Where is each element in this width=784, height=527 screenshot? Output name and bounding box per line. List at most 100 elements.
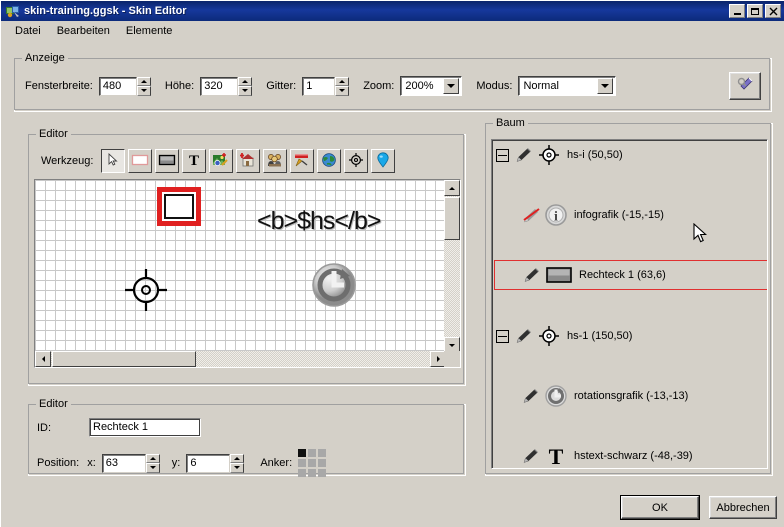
position-y-down-button[interactable] bbox=[230, 463, 245, 473]
tree-row-selected[interactable]: Rechteck 1 (63,6) bbox=[494, 260, 767, 290]
tree-node-label: Rechteck 1 (63,6) bbox=[579, 269, 666, 281]
cursor-arrow-icon bbox=[106, 152, 120, 170]
globe-tool[interactable] bbox=[317, 149, 342, 173]
tree-expander-minus-icon[interactable] bbox=[496, 148, 509, 162]
text-tool[interactable]: T bbox=[182, 149, 207, 173]
group-tool[interactable] bbox=[263, 149, 288, 173]
pencil-edit-icon bbox=[293, 152, 311, 171]
people-group-icon bbox=[266, 152, 284, 171]
chevron-down-icon[interactable] bbox=[443, 78, 460, 94]
canvas-rotation-element[interactable] bbox=[310, 261, 358, 312]
canvas-crosshair-element[interactable] bbox=[123, 267, 169, 316]
fensterbreite-down-button[interactable] bbox=[136, 86, 151, 96]
menu-bearbeiten[interactable]: Bearbeiten bbox=[49, 23, 118, 39]
modus-value: Normal bbox=[523, 80, 559, 92]
canvas-rectangle-element[interactable] bbox=[157, 187, 201, 226]
crosshair-icon bbox=[348, 152, 364, 171]
position-y-stepper[interactable]: 6 bbox=[186, 453, 245, 473]
tree-row[interactable]: hs-i (50,50) bbox=[492, 140, 767, 170]
tree-node-label: hs-i (50,50) bbox=[567, 149, 623, 161]
cancel-button-label: Abbrechen bbox=[716, 501, 770, 514]
pipette-tool-button[interactable] bbox=[729, 72, 761, 100]
anker-label: Anker: bbox=[260, 457, 293, 469]
id-input[interactable]: Rechteck 1 bbox=[89, 418, 201, 437]
fensterbreite-stepper[interactable]: 480 bbox=[98, 76, 151, 96]
svg-text:T: T bbox=[189, 153, 199, 168]
hoehe-up-button[interactable] bbox=[238, 76, 253, 86]
fensterbreite-input[interactable]: 480 bbox=[98, 76, 137, 96]
anker-cell-middle-left[interactable] bbox=[298, 459, 307, 467]
house-add-tool[interactable] bbox=[236, 149, 261, 173]
pencil-icon bbox=[522, 447, 540, 465]
scroll-left-button[interactable] bbox=[35, 351, 51, 367]
anker-cell-middle-center[interactable] bbox=[308, 459, 317, 467]
vertical-scroll-thumb[interactable] bbox=[444, 197, 460, 240]
gitter-up-button[interactable] bbox=[335, 76, 350, 86]
y-label: y: bbox=[171, 457, 181, 469]
rectangle-filled-tool[interactable] bbox=[155, 149, 180, 173]
pipette-icon bbox=[735, 75, 755, 98]
chevron-down-icon[interactable] bbox=[597, 78, 614, 94]
hoehe-input[interactable]: 320 bbox=[200, 76, 239, 96]
close-button[interactable] bbox=[765, 4, 781, 18]
tree-node-label: hstext-schwarz (-48,-39) bbox=[574, 450, 693, 462]
crosshair-tool[interactable] bbox=[344, 149, 369, 173]
tree-row[interactable]: hs-1 (150,50) bbox=[492, 321, 767, 351]
element-tree[interactable]: hs-i (50,50) i infografik (-15,-15) Rech… bbox=[491, 139, 768, 469]
position-x-input[interactable]: 63 bbox=[101, 453, 146, 473]
tree-expander-minus-icon[interactable] bbox=[496, 329, 509, 343]
position-x-down-button[interactable] bbox=[145, 463, 160, 473]
anker-cell-middle-right[interactable] bbox=[318, 459, 327, 467]
anker-cell-top-center[interactable] bbox=[308, 449, 317, 457]
crosshair-icon bbox=[537, 144, 561, 166]
gitter-stepper[interactable]: 1 bbox=[302, 76, 350, 96]
tree-row[interactable]: rotationsgrafik (-13,-13) bbox=[492, 381, 767, 411]
minimize-button[interactable] bbox=[729, 4, 745, 18]
anker-cell-top-right[interactable] bbox=[318, 449, 327, 457]
editor-canvas[interactable]: <b>$hs</b> bbox=[34, 179, 461, 368]
anker-cell-bottom-right[interactable] bbox=[318, 469, 327, 477]
cancel-button[interactable]: Abbrechen bbox=[709, 496, 777, 519]
ok-button[interactable]: OK bbox=[620, 495, 700, 520]
tree-node-label: rotationsgrafik (-13,-13) bbox=[574, 390, 689, 402]
crosshair-icon bbox=[125, 269, 167, 311]
maximize-button[interactable] bbox=[747, 4, 763, 18]
anker-cell-top-left[interactable] bbox=[298, 449, 307, 457]
house-add-icon bbox=[239, 152, 257, 171]
fensterbreite-up-button[interactable] bbox=[136, 76, 151, 86]
position-y-input[interactable]: 6 bbox=[186, 453, 231, 473]
tree-row[interactable]: T hstext-schwarz (-48,-39) bbox=[492, 441, 767, 468]
waypoint-tool[interactable] bbox=[371, 149, 396, 173]
canvas-vertical-scrollbar[interactable] bbox=[444, 180, 460, 353]
select-arrow-tool[interactable] bbox=[101, 149, 126, 173]
tree-row[interactable]: i infografik (-15,-15) bbox=[492, 200, 767, 230]
werkzeug-label: Werkzeug: bbox=[41, 155, 94, 167]
zoom-select[interactable]: 200% bbox=[400, 76, 463, 96]
anker-selector[interactable] bbox=[298, 449, 327, 477]
menu-elemente[interactable]: Elemente bbox=[118, 23, 180, 39]
editor-bottom-group-title: Editor bbox=[36, 398, 71, 410]
position-x-up-button[interactable] bbox=[145, 453, 160, 463]
menu-datei[interactable]: Datei bbox=[7, 23, 49, 39]
gitter-input[interactable]: 1 bbox=[302, 76, 336, 96]
scroll-up-button[interactable] bbox=[444, 180, 460, 196]
editor-top-group: Editor Werkzeug: T <b>$hs</b> bbox=[28, 128, 466, 386]
position-label: Position: bbox=[37, 457, 80, 469]
position-y-up-button[interactable] bbox=[230, 453, 245, 463]
horizontal-scroll-thumb[interactable] bbox=[52, 351, 196, 367]
edit-marker-tool[interactable] bbox=[290, 149, 315, 173]
canvas-horizontal-scrollbar[interactable] bbox=[35, 351, 446, 367]
anker-cell-bottom-left[interactable] bbox=[298, 469, 307, 477]
anker-cell-bottom-center[interactable] bbox=[308, 469, 317, 477]
hoehe-down-button[interactable] bbox=[238, 86, 253, 96]
modus-select[interactable]: Normal bbox=[518, 76, 617, 96]
rectangle-outline-tool[interactable] bbox=[128, 149, 153, 173]
gitter-down-button[interactable] bbox=[335, 86, 350, 96]
pencil-icon bbox=[515, 327, 533, 345]
canvas-grid bbox=[35, 180, 446, 353]
position-x-stepper[interactable]: 63 bbox=[101, 453, 160, 473]
baum-group: Baum hs-i (50,50) i infografik (-15,-15)… bbox=[485, 117, 773, 476]
hoehe-stepper[interactable]: 320 bbox=[200, 76, 253, 96]
image-add-tool[interactable] bbox=[209, 149, 234, 173]
canvas-text-element[interactable]: <b>$hs</b> bbox=[257, 207, 381, 236]
